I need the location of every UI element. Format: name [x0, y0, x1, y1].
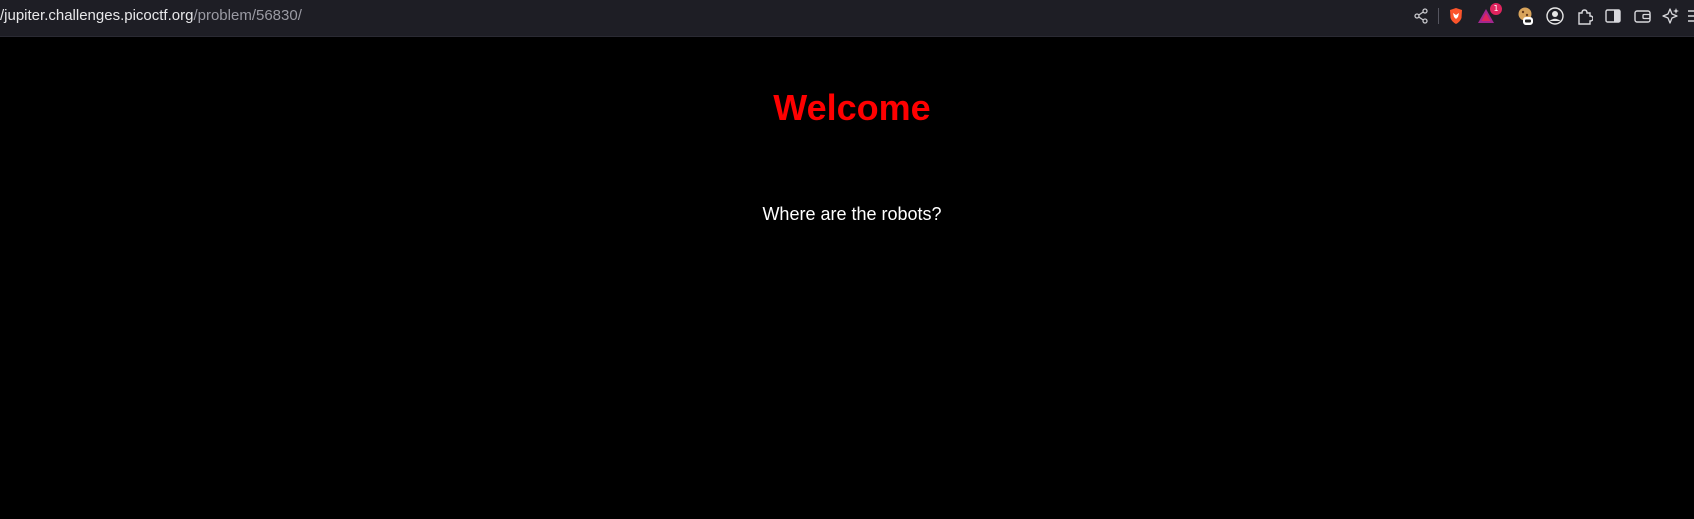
- share-icon[interactable]: [1410, 5, 1432, 27]
- web-page-content: Welcome Where are the robots?: [0, 37, 1694, 519]
- wallet-icon[interactable]: [1631, 5, 1653, 27]
- url-host: /jupiter.challenges.picoctf.org: [0, 7, 194, 24]
- toolbar-icons: 1: [1364, 0, 1694, 32]
- page-heading: Welcome: [773, 87, 931, 128]
- sidebar-toggle-icon[interactable]: [1602, 5, 1624, 27]
- rewards-badge: 1: [1490, 3, 1502, 15]
- brave-shields-icon[interactable]: [1445, 5, 1467, 27]
- profile-extension-icon[interactable]: [1544, 5, 1566, 27]
- page-text: Where are the robots?: [762, 204, 942, 224]
- url-path: /problem/56830/: [193, 7, 302, 24]
- extensions-puzzle-icon[interactable]: [1573, 5, 1595, 27]
- leo-ai-icon[interactable]: [1660, 5, 1682, 27]
- browser-toolbar: /jupiter.challenges.picoctf.org/problem/…: [0, 0, 1694, 37]
- address-bar[interactable]: /jupiter.challenges.picoctf.org/problem/…: [0, 0, 302, 32]
- brave-rewards-icon[interactable]: 1: [1475, 3, 1502, 27]
- cookie-extension-icon[interactable]: [1515, 5, 1537, 27]
- toolbar-separator: [1438, 8, 1439, 24]
- menu-icon[interactable]: [1684, 5, 1694, 27]
